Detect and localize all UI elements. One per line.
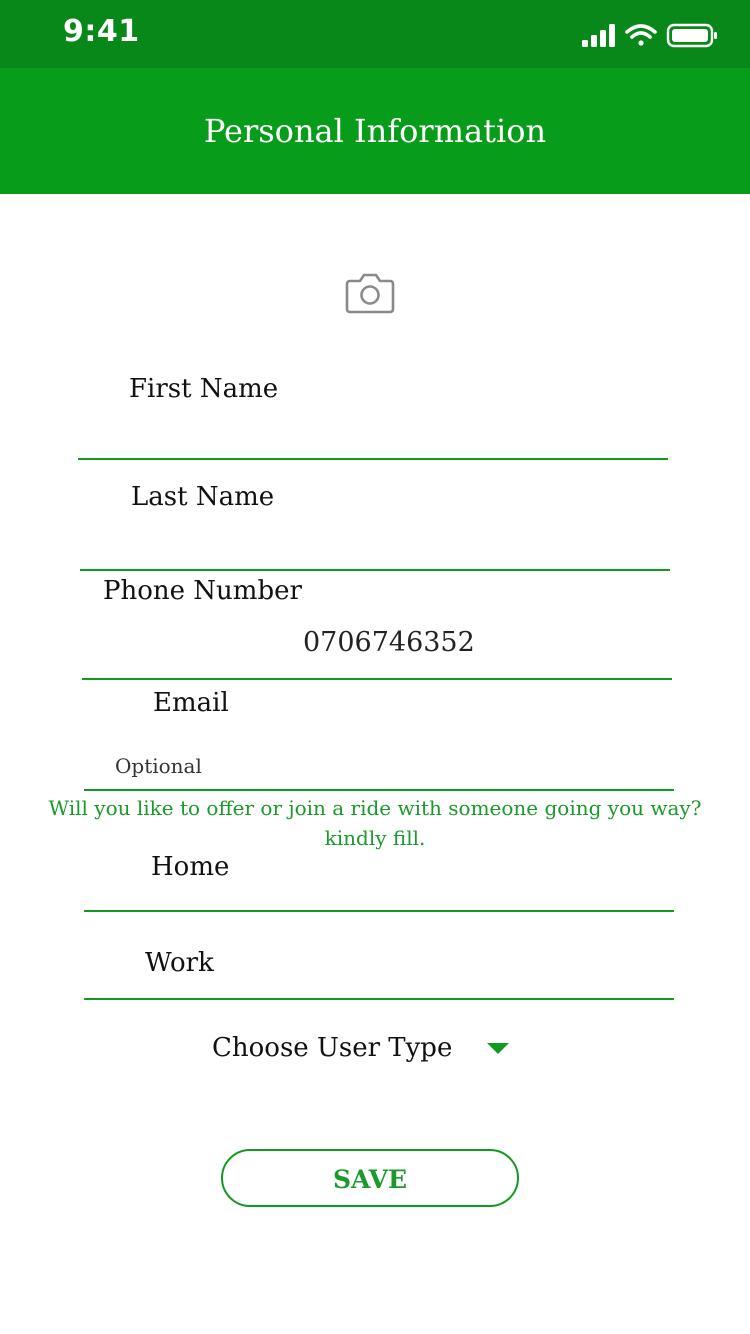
ride-share-note-line1: Will you like to offer or join a ride wi…	[48, 796, 702, 820]
ride-share-note: Will you like to offer or join a ride wi…	[40, 793, 710, 853]
wifi-icon	[625, 24, 657, 46]
work-underline	[84, 998, 674, 1000]
ride-share-note-line2: kindly fill.	[324, 826, 426, 850]
phone-number-value[interactable]: 0706746352	[303, 627, 475, 658]
status-bar: 9:41	[0, 0, 750, 68]
first-name-label: First Name	[129, 374, 279, 404]
status-icons-svg	[582, 23, 717, 48]
save-button[interactable]: SAVE	[221, 1149, 519, 1207]
status-icons	[582, 22, 722, 50]
app-header: Personal Information	[0, 68, 750, 194]
status-time: 9:41	[63, 14, 140, 49]
last-name-label: Last Name	[131, 482, 275, 512]
profile-photo-button[interactable]	[345, 272, 395, 314]
home-label: Home	[151, 852, 230, 882]
home-underline	[84, 910, 674, 912]
page-title: Personal Information	[203, 112, 547, 150]
user-type-label: Choose User Type	[212, 1033, 453, 1063]
email-underline	[84, 789, 674, 791]
last-name-underline	[80, 569, 670, 571]
email-placeholder[interactable]: Optional	[115, 754, 202, 778]
first-name-underline	[78, 458, 668, 460]
signal-icon	[582, 24, 615, 47]
battery-icon	[666, 23, 717, 48]
phone-number-underline	[82, 678, 672, 680]
user-type-dropdown[interactable]: Choose User Type	[212, 1028, 510, 1068]
work-label: Work	[145, 948, 214, 978]
caret-down-icon	[487, 1042, 510, 1054]
email-label: Email	[153, 688, 229, 718]
phone-number-label: Phone Number	[103, 576, 302, 606]
camera-icon	[345, 273, 395, 314]
